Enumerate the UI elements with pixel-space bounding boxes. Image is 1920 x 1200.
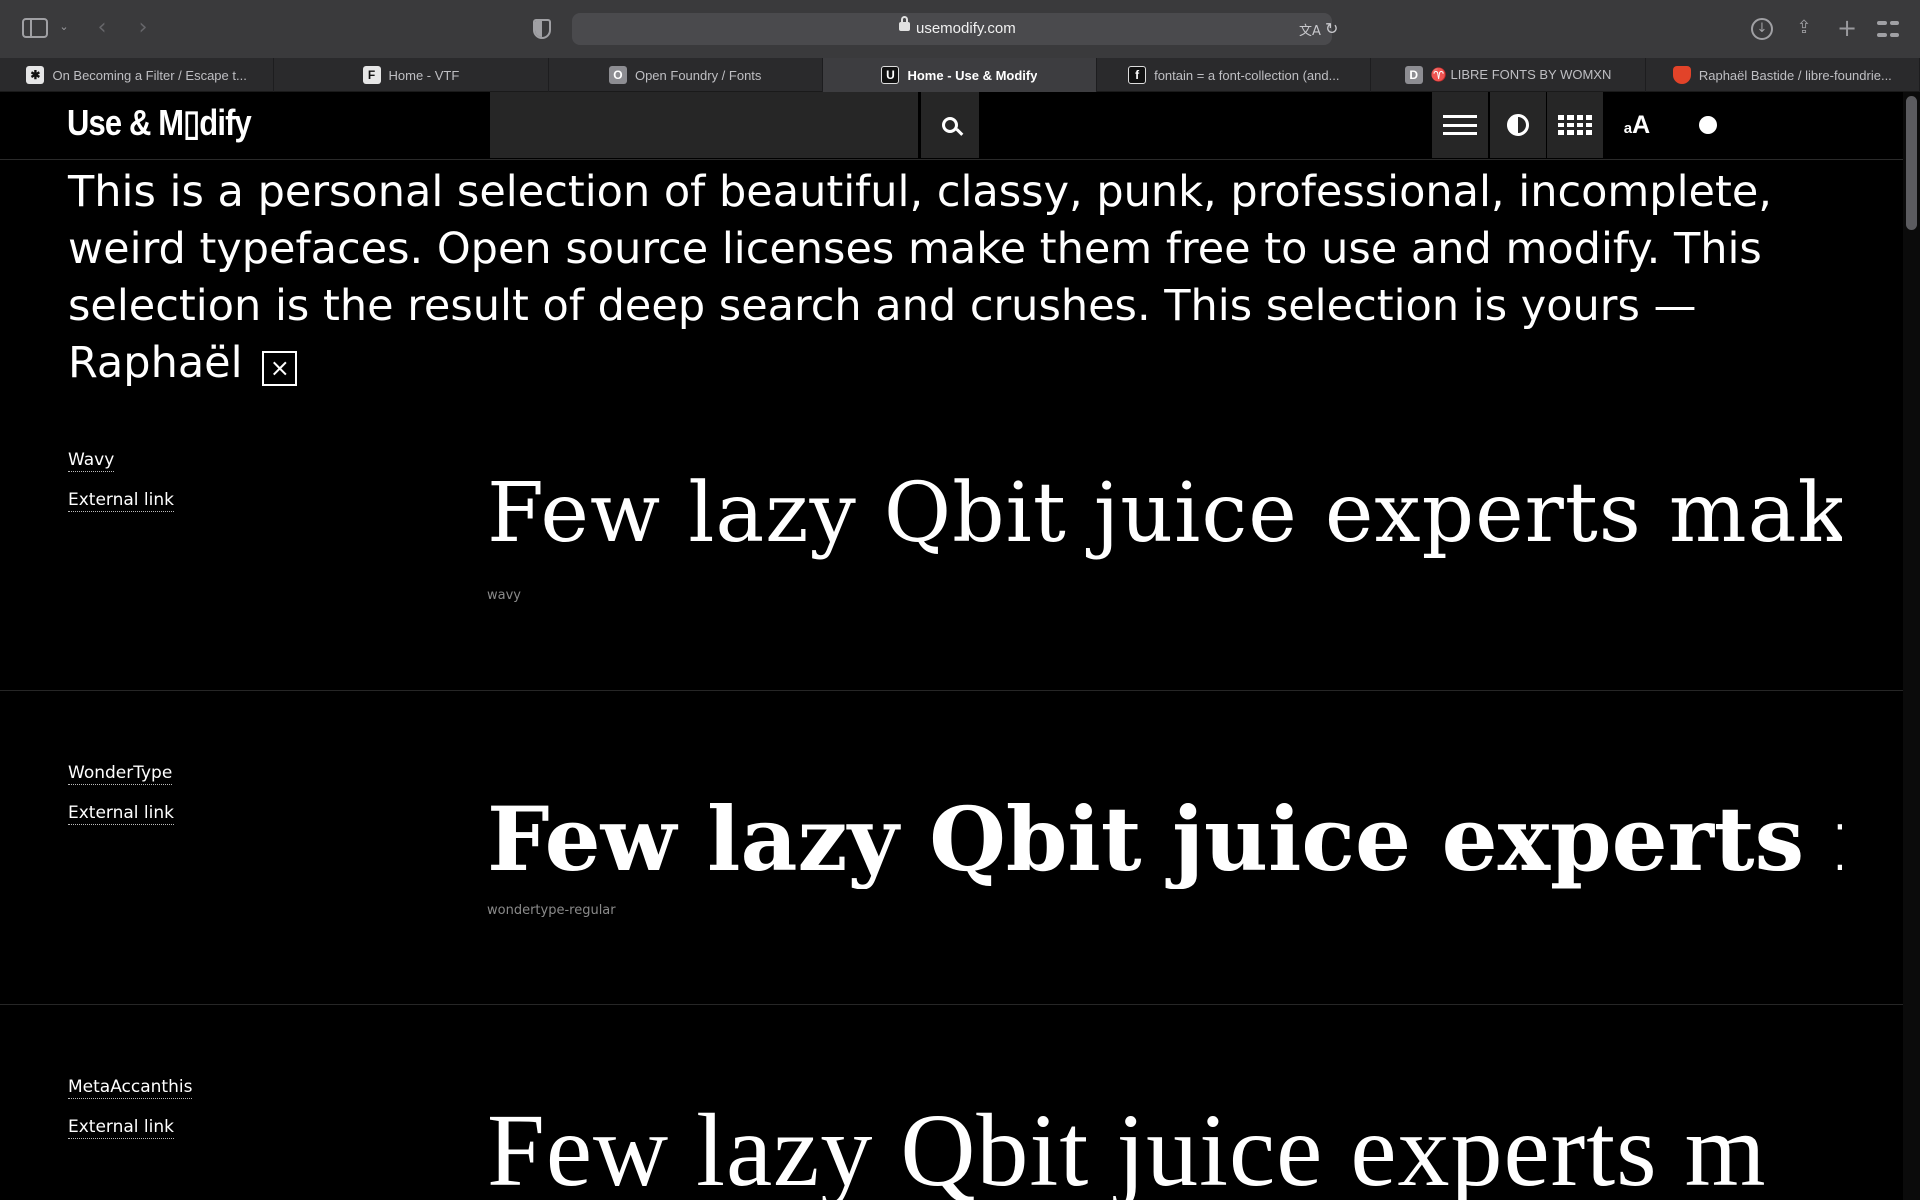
contrast-icon (1507, 114, 1529, 136)
tab-label: Open Foundry / Fonts (634, 67, 762, 83)
grid-view-icon (1558, 115, 1592, 135)
search-button[interactable] (921, 92, 979, 158)
tab-favicon: O (608, 66, 627, 84)
scrollbar-thumb[interactable] (1906, 96, 1917, 230)
search-input[interactable] (490, 92, 918, 158)
font-slug: wavy (487, 588, 521, 603)
font-specimen: Few lazy Qbit juice experts make (487, 789, 1842, 889)
gitlab-fox-icon (1672, 66, 1691, 84)
tab-overview-icon[interactable] (1877, 18, 1899, 40)
reload-icon[interactable]: ↻ (1325, 19, 1343, 38)
browser-tab[interactable]: F Home - VTF (274, 58, 549, 92)
address-bar[interactable]: usemodify.com 文A ↻ (572, 13, 1338, 45)
privacy-shield-icon[interactable] (533, 19, 551, 39)
font-name-link[interactable]: Wavy (68, 450, 115, 472)
tab-label: fontain = a font-collection (and... (1154, 67, 1340, 83)
font-entry: Wavy External link Few lazy Qbit juice e… (0, 360, 1903, 691)
browser-tab[interactable]: O Open Foundry / Fonts (549, 58, 823, 92)
back-arrow-icon[interactable]: ‹ (92, 17, 112, 39)
font-specimen: Few lazy Qbit juice experts make c (487, 466, 1842, 561)
site-header: Use & M▯dify aA (0, 92, 1920, 160)
share-icon[interactable]: ⇪ (1793, 16, 1815, 40)
grid-view-button[interactable] (1547, 92, 1603, 158)
font-slug: wondertype-regular (487, 903, 616, 918)
list-view-icon (1443, 115, 1477, 135)
lock-icon (899, 16, 910, 31)
translate-icon[interactable]: 文A (1299, 20, 1321, 39)
tab-label: ♈ LIBRE FONTS BY WOMXN (1430, 67, 1612, 82)
color-dot-icon (1699, 116, 1717, 134)
intro-text-block: This is a personal selection of beautifu… (68, 164, 1848, 392)
tab-bar: ✱ On Becoming a Filter / Escape t... F H… (0, 58, 1920, 92)
browser-tab-active[interactable]: U Home - Use & Modify (822, 58, 1098, 92)
list-view-button[interactable] (1432, 92, 1488, 158)
external-link[interactable]: External link (68, 490, 175, 512)
tab-label: Home - Use & Modify (907, 67, 1038, 83)
text-size-icon: aA (1623, 110, 1651, 139)
font-specimen: Few lazy Qbit juice experts m (487, 1093, 1767, 1200)
tab-favicon: U (881, 66, 900, 84)
chevron-down-icon[interactable]: ⌄ (56, 19, 72, 35)
url-text: usemodify.com (916, 20, 1016, 37)
tab-favicon: ✱ (26, 66, 45, 84)
browser-tab[interactable]: ✱ On Becoming a Filter / Escape t... (0, 58, 275, 92)
tab-favicon: f (1128, 66, 1147, 84)
browser-tab[interactable]: D ♈ LIBRE FONTS BY WOMXN (1371, 58, 1646, 92)
tab-label: Home - VTF (388, 67, 460, 83)
browser-toolbar: ⌄ ‹ › usemodify.com 文A ↻ ↓ ⇪ + (0, 0, 1920, 58)
external-link[interactable]: External link (68, 1117, 175, 1139)
site-logo[interactable]: Use & M▯dify (67, 102, 252, 144)
font-entry: WonderType External link Few lazy Qbit j… (0, 691, 1903, 1005)
tab-label: Raphaël Bastide / libre-foundrie... (1698, 67, 1892, 83)
tab-favicon: F (362, 66, 381, 84)
intro-text: This is a personal selection of beautifu… (68, 167, 1772, 388)
font-name-link[interactable]: WonderType (68, 763, 173, 785)
browser-tab[interactable]: Raphaël Bastide / libre-foundrie... (1646, 58, 1920, 92)
font-name-link[interactable]: MetaAccanthis (68, 1077, 193, 1099)
new-tab-icon[interactable]: + (1836, 16, 1858, 40)
sidebar-icon[interactable] (22, 18, 48, 38)
tab-favicon: D (1404, 66, 1423, 84)
download-icon[interactable]: ↓ (1751, 18, 1773, 40)
forward-arrow-icon[interactable]: › (133, 17, 153, 39)
contrast-toggle-button[interactable] (1490, 92, 1546, 158)
external-link[interactable]: External link (68, 803, 175, 825)
browser-tab[interactable]: f fontain = a font-collection (and... (1097, 58, 1372, 92)
scrollbar-track[interactable] (1903, 92, 1920, 1200)
search-icon (942, 117, 958, 133)
tab-label: On Becoming a Filter / Escape t... (52, 67, 247, 83)
text-size-button[interactable]: aA (1609, 92, 1665, 158)
color-dot-button[interactable] (1680, 92, 1736, 158)
font-entry: MetaAccanthis External link Few lazy Qbi… (0, 1005, 1903, 1200)
